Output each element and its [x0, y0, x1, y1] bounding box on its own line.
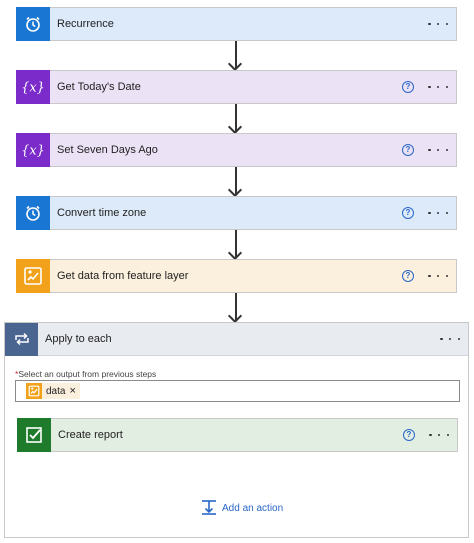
svg-text:{x}: {x} [22, 80, 44, 95]
more-options-icon[interactable] [428, 22, 448, 26]
more-options-icon[interactable] [428, 148, 448, 152]
token-label: data [46, 385, 66, 397]
convert-time-zone-step[interactable]: Convert time zone ? [16, 195, 457, 230]
more-options-icon[interactable] [428, 274, 448, 278]
connector-arrow-icon [235, 104, 237, 131]
connector-arrow-icon [235, 167, 237, 194]
help-icon[interactable]: ? [402, 81, 414, 93]
alarm-clock-icon [16, 6, 50, 41]
create-report-step[interactable]: Create report ? [17, 417, 458, 452]
remove-token-icon[interactable]: × [69, 385, 75, 397]
help-icon[interactable]: ? [402, 144, 414, 156]
add-action-icon [201, 499, 217, 518]
apply-to-each-header[interactable]: Apply to each [5, 322, 468, 356]
map-layer-icon [26, 383, 42, 399]
step-title: Recurrence [57, 18, 114, 30]
help-icon[interactable]: ? [402, 270, 414, 282]
more-options-icon[interactable] [440, 337, 460, 341]
connector-arrow-icon [235, 230, 237, 257]
variable-icon: {x} [16, 69, 50, 104]
loop-icon [5, 322, 38, 356]
connector-arrow-icon [235, 41, 237, 68]
step-title: Set Seven Days Ago [57, 144, 158, 156]
map-layer-icon [16, 258, 50, 293]
alarm-clock-icon [16, 195, 50, 230]
step-title: Convert time zone [57, 207, 147, 219]
step-title: Apply to each [45, 333, 112, 345]
report-check-icon [17, 417, 51, 452]
get-todays-date-step[interactable]: {x} Get Today's Date ? [16, 69, 457, 104]
step-title: Get data from feature layer [57, 270, 189, 282]
add-action-label: Add an action [222, 503, 284, 514]
data-token[interactable]: data × [26, 383, 80, 399]
select-output-label: *Select an output from previous steps [15, 369, 156, 379]
more-options-icon[interactable] [428, 211, 448, 215]
get-data-from-feature-layer-step[interactable]: Get data from feature layer ? [16, 258, 457, 293]
select-output-text: Select an output from previous steps [18, 369, 157, 379]
recurrence-step[interactable]: Recurrence [16, 6, 457, 41]
variable-icon: {x} [16, 132, 50, 167]
step-title: Get Today's Date [57, 81, 141, 93]
apply-to-each-container: Apply to each *Select an output from pre… [4, 322, 469, 538]
select-output-input[interactable]: data × [15, 380, 460, 402]
set-seven-days-ago-step[interactable]: {x} Set Seven Days Ago ? [16, 132, 457, 167]
connector-arrow-icon [235, 293, 237, 320]
more-options-icon[interactable] [429, 433, 449, 437]
svg-text:{x}: {x} [22, 143, 44, 158]
add-action-button[interactable]: Add an action [201, 499, 283, 518]
help-icon[interactable]: ? [403, 429, 415, 441]
help-icon[interactable]: ? [402, 207, 414, 219]
step-title: Create report [58, 429, 123, 441]
more-options-icon[interactable] [428, 85, 448, 89]
